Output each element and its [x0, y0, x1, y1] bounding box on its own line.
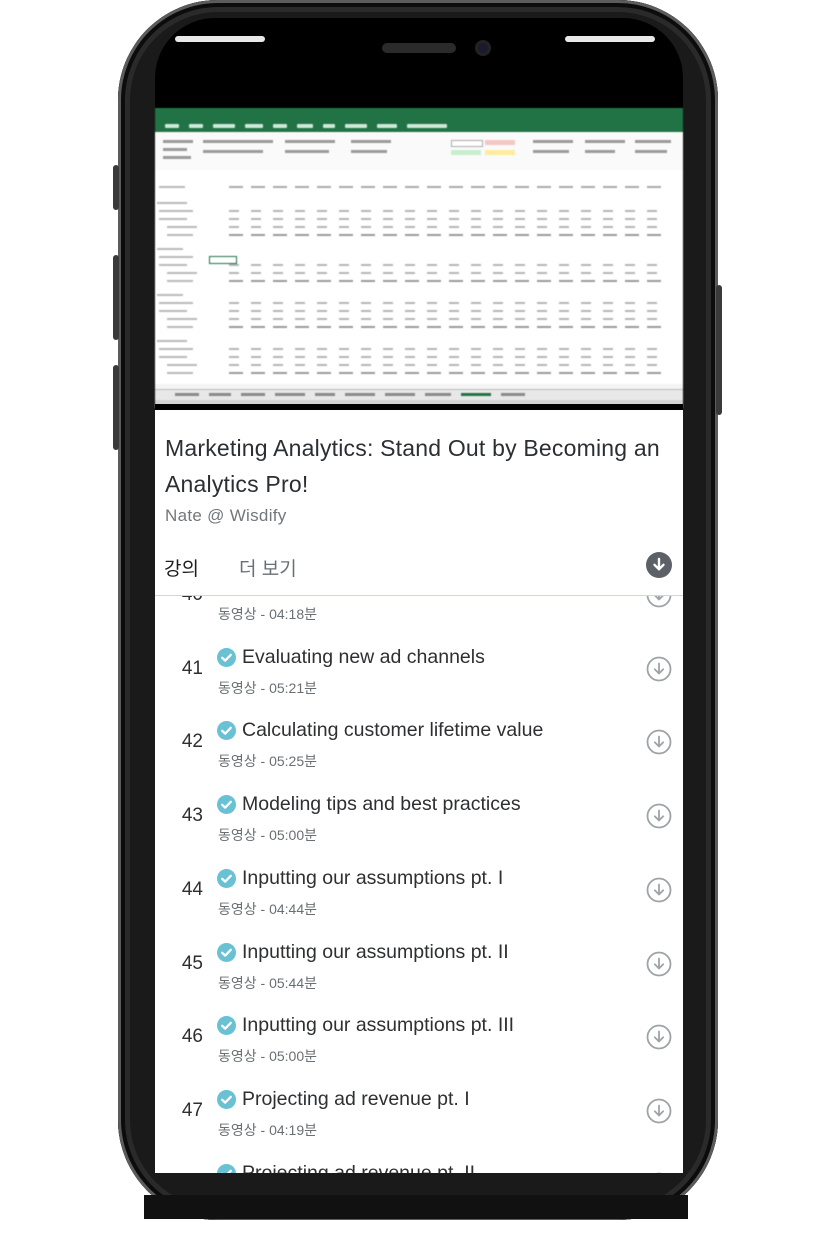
- screen-glare-right: [565, 36, 655, 42]
- phone-frame-bottom: [144, 1195, 688, 1219]
- mute-switch: [113, 165, 119, 210]
- spreadsheet-sheet-tabs: [155, 389, 683, 400]
- check-circle-icon: [217, 1016, 236, 1036]
- course-content-panel: Marketing Analytics: Stand Out by Becomi…: [155, 410, 683, 1173]
- screen-glare-left: [175, 36, 265, 42]
- tab-more[interactable]: 더 보기: [239, 554, 297, 581]
- volume-down-button: [113, 365, 119, 450]
- tab-lectures[interactable]: 강의: [164, 554, 199, 581]
- check-circle-icon: [217, 721, 236, 741]
- spreadsheet-grid: [155, 180, 683, 384]
- lecture-title: Projecting ad revenue pt. II: [242, 1161, 476, 1173]
- spreadsheet-title-bar: [155, 108, 683, 122]
- lecture-item[interactable]: 46 Inputting our assumptions pt. III 동영상 -…: [155, 968, 683, 1064]
- lecture-item[interactable]: 44 Inputting our assumptions pt. I 동영상 - 0…: [155, 821, 683, 917]
- check-circle-icon: [217, 1089, 236, 1109]
- lecture-title: Inputting our assumptions pt. I: [242, 866, 504, 889]
- check-circle-icon: [217, 647, 236, 667]
- spreadsheet-ribbon-tabs: [155, 122, 683, 132]
- lecture-item[interactable]: 43 Modeling tips and best practices 동영상 - …: [155, 747, 683, 843]
- check-circle-icon: [217, 942, 236, 962]
- volume-up-button: [113, 255, 119, 340]
- lecture-list: 40Introduction to modeling동영상 - 04:18분41…: [155, 596, 683, 1173]
- course-title: Marketing Analytics: Stand Out by Becomi…: [165, 435, 660, 497]
- lecture-title: Modeling tips and best practices: [242, 793, 521, 816]
- lecture-title: Projecting ad revenue pt. I: [242, 1087, 470, 1110]
- power-button: [716, 285, 722, 415]
- lecture-item[interactable]: 42 Calculating customer lifetime value 동영상…: [155, 673, 683, 769]
- lecture-item[interactable]: 47 Projecting ad revenue pt. I 동영상 - 04:19…: [155, 1042, 683, 1138]
- download-all-icon[interactable]: [646, 552, 672, 578]
- check-circle-icon: [217, 868, 236, 888]
- lecture-title: Inputting our assumptions pt. II: [242, 940, 509, 963]
- lecture-title: Calculating customer lifetime value: [242, 719, 544, 742]
- check-circle-icon: [217, 1163, 236, 1173]
- course-author[interactable]: Nate @ Wisdify: [165, 506, 287, 526]
- spreadsheet-ribbon: [155, 132, 683, 171]
- lecture-item[interactable]: 45 Inputting our assumptions pt. II 동영상 - …: [155, 895, 683, 991]
- lecture-item[interactable]: 48Projecting ad revenue pt. II: [155, 1116, 683, 1173]
- lecture-title: Evaluating new ad channels: [242, 645, 485, 668]
- download-icon[interactable]: [646, 1172, 672, 1173]
- front-camera: [475, 40, 491, 56]
- earpiece-speaker: [382, 43, 456, 53]
- check-circle-icon: [217, 795, 236, 815]
- lecture-title: Inputting our assumptions pt. III: [242, 1014, 515, 1037]
- lecture-video-player[interactable]: [155, 108, 683, 408]
- lecture-item[interactable]: 41 Evaluating new ad channels 동영상 - 05:21분: [155, 600, 683, 696]
